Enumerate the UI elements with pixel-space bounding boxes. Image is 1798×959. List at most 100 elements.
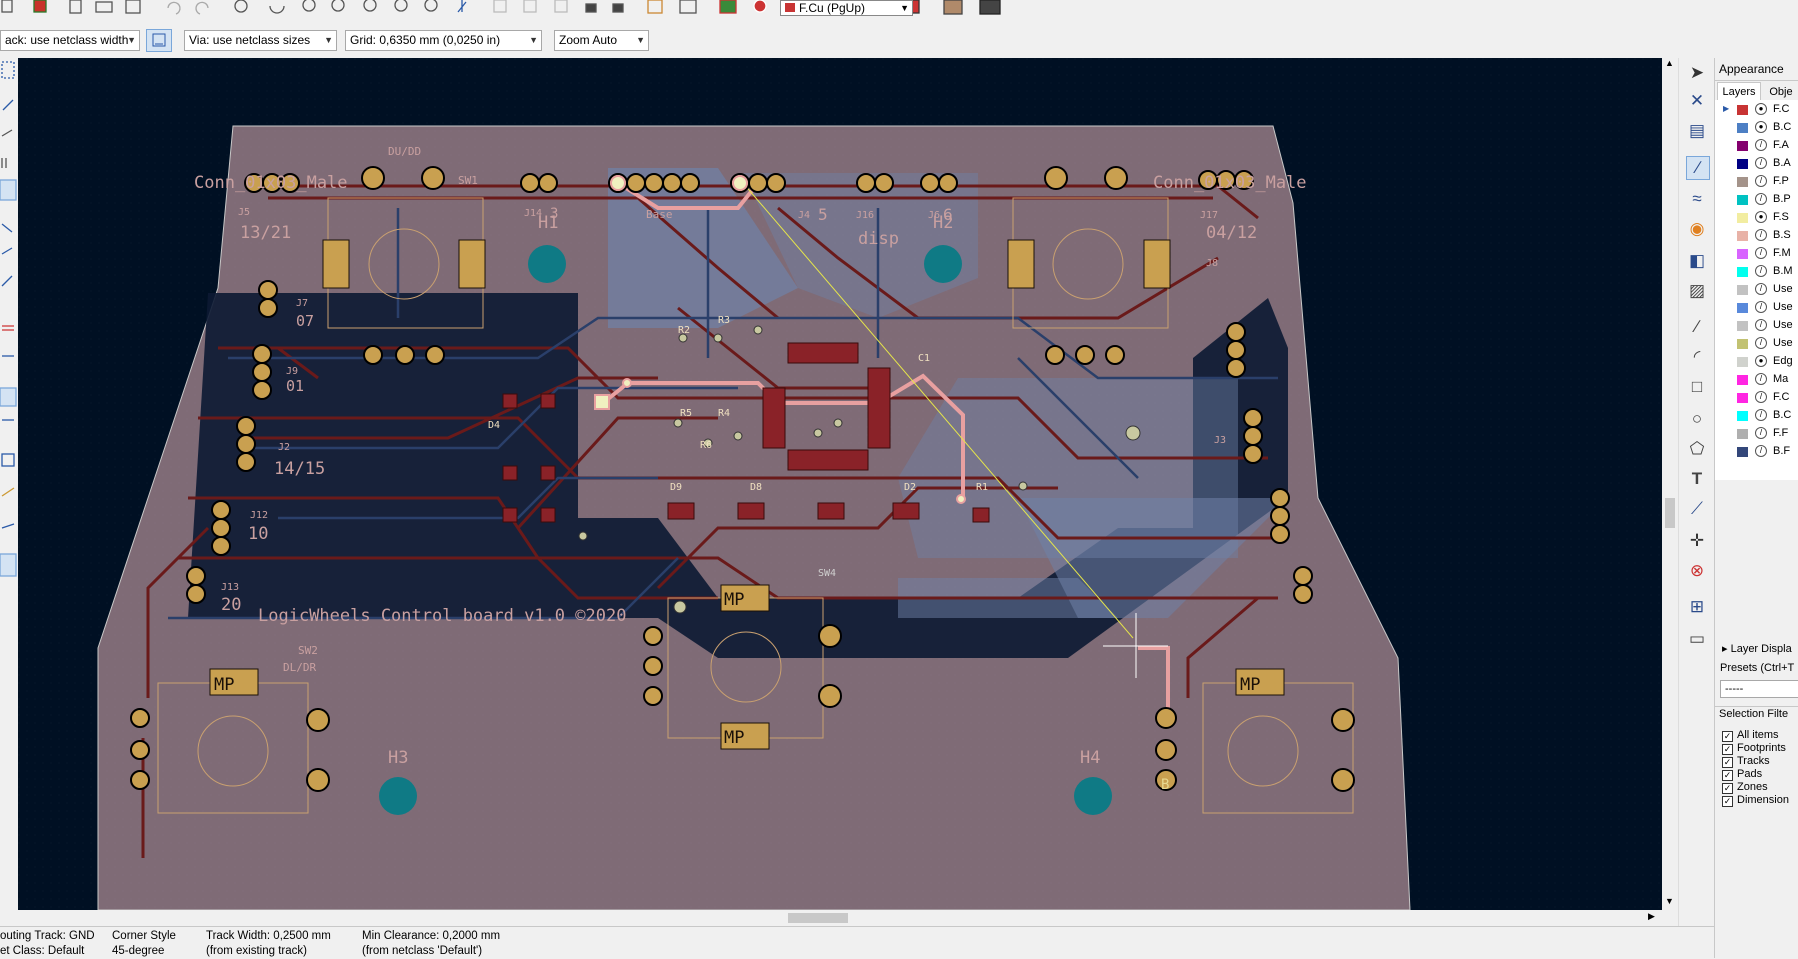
eye-hidden-icon[interactable]: / bbox=[1755, 175, 1767, 187]
eye-icon[interactable]: ● bbox=[1755, 103, 1767, 115]
add-zone-icon[interactable]: ◧ bbox=[1686, 250, 1708, 272]
layer-row[interactable]: / B.A bbox=[1715, 154, 1798, 172]
layer-color-swatch[interactable] bbox=[1737, 141, 1748, 151]
eye-icon[interactable]: ● bbox=[1755, 121, 1767, 133]
layer-row[interactable]: / Ma bbox=[1715, 370, 1798, 388]
grid-select[interactable]: Grid: 0,6350 mm (0,0250 in) ▼ bbox=[345, 30, 542, 51]
layer-color-swatch[interactable] bbox=[1737, 321, 1748, 331]
layer-color-swatch[interactable] bbox=[1737, 429, 1748, 439]
add-via-icon[interactable]: ◉ bbox=[1686, 218, 1708, 240]
diff-pair-icon[interactable]: ≈ bbox=[1686, 188, 1708, 210]
draw-polygon-icon[interactable]: ⬠ bbox=[1686, 438, 1708, 460]
layer-row[interactable]: / B.C bbox=[1715, 406, 1798, 424]
select-arrow-icon[interactable]: ➤ bbox=[1686, 62, 1708, 84]
layer-color-swatch[interactable] bbox=[1737, 231, 1748, 241]
eye-hidden-icon[interactable]: / bbox=[1755, 427, 1767, 439]
eye-icon[interactable]: ● bbox=[1755, 355, 1767, 367]
eye-hidden-icon[interactable]: / bbox=[1755, 373, 1767, 385]
layer-color-swatch[interactable] bbox=[1737, 249, 1748, 259]
layer-row[interactable]: / B.M bbox=[1715, 262, 1798, 280]
keepout-icon[interactable]: ▨ bbox=[1686, 280, 1708, 302]
eye-hidden-icon[interactable]: / bbox=[1755, 157, 1767, 169]
layer-color-swatch[interactable] bbox=[1737, 303, 1748, 313]
pcb-drawing[interactable]: LogicWheels Control board v1.0 ©2020 DU/… bbox=[18, 58, 1662, 910]
layer-row[interactable]: / B.S bbox=[1715, 226, 1798, 244]
eye-hidden-icon[interactable]: / bbox=[1755, 283, 1767, 295]
presets-select[interactable]: ----- bbox=[1720, 680, 1798, 698]
layer-color-swatch[interactable] bbox=[1737, 447, 1748, 457]
add-dimension-icon[interactable]: ⟋ bbox=[1686, 498, 1708, 520]
layer-color-swatch[interactable] bbox=[1737, 375, 1748, 385]
layer-display-toggle[interactable]: ▸ Layer Displa bbox=[1722, 642, 1792, 655]
layer-color-swatch[interactable] bbox=[1737, 177, 1748, 187]
layer-color-swatch[interactable] bbox=[1737, 267, 1748, 277]
eye-hidden-icon[interactable]: / bbox=[1755, 409, 1767, 421]
eye-hidden-icon[interactable]: / bbox=[1755, 193, 1767, 205]
eye-hidden-icon[interactable]: / bbox=[1755, 445, 1767, 457]
draw-arc-icon[interactable]: ◜ bbox=[1686, 346, 1708, 368]
layer-row[interactable]: / F.M bbox=[1715, 244, 1798, 262]
zoom-select[interactable]: Zoom Auto ▼ bbox=[554, 30, 649, 51]
tab-layers[interactable]: Layers bbox=[1717, 82, 1761, 101]
eye-hidden-icon[interactable]: / bbox=[1755, 139, 1767, 151]
layer-row[interactable]: / B.F bbox=[1715, 442, 1798, 460]
layer-color-swatch[interactable] bbox=[1737, 339, 1748, 349]
layer-color-swatch[interactable] bbox=[1737, 159, 1748, 169]
layer-color-swatch[interactable] bbox=[1737, 195, 1748, 205]
selection-filter-item[interactable]: ✓ Dimension bbox=[1722, 793, 1789, 808]
eye-hidden-icon[interactable]: / bbox=[1755, 247, 1767, 259]
active-layer-select[interactable]: F.Cu (PgUp) ▼ bbox=[780, 0, 913, 16]
local-ratsnest-icon[interactable]: ✕ bbox=[1686, 90, 1708, 112]
scroll-up-icon[interactable]: ▲ bbox=[1665, 58, 1674, 68]
auto-track-width-button[interactable] bbox=[146, 29, 172, 52]
eye-hidden-icon[interactable]: / bbox=[1755, 301, 1767, 313]
draw-circle-icon[interactable]: ○ bbox=[1686, 408, 1708, 430]
layer-color-swatch[interactable] bbox=[1737, 105, 1748, 115]
route-track-icon[interactable]: ∕ bbox=[1686, 156, 1710, 180]
layer-color-swatch[interactable] bbox=[1737, 393, 1748, 403]
layer-row[interactable]: / Use bbox=[1715, 298, 1798, 316]
layer-row[interactable]: ▶ ● F.C bbox=[1715, 100, 1798, 118]
draw-line-icon[interactable]: ∕ bbox=[1686, 316, 1708, 338]
checkbox-checked-icon[interactable]: ✓ bbox=[1722, 796, 1733, 807]
horizontal-scroll-thumb[interactable] bbox=[788, 913, 848, 923]
measure-icon[interactable]: ▭ bbox=[1686, 628, 1708, 650]
delete-tool-icon[interactable]: ⊗ bbox=[1686, 560, 1708, 582]
layer-color-swatch[interactable] bbox=[1737, 123, 1748, 133]
scroll-down-icon[interactable]: ▼ bbox=[1665, 896, 1674, 906]
eye-hidden-icon[interactable]: / bbox=[1755, 229, 1767, 241]
layer-color-swatch[interactable] bbox=[1737, 213, 1748, 223]
tab-objects[interactable]: Obje bbox=[1761, 84, 1798, 100]
layer-row[interactable]: / B.P bbox=[1715, 190, 1798, 208]
layer-row[interactable]: / F.A bbox=[1715, 136, 1798, 154]
layer-row[interactable]: / Use bbox=[1715, 316, 1798, 334]
pcb-canvas[interactable]: LogicWheels Control board v1.0 ©2020 DU/… bbox=[18, 58, 1662, 910]
horizontal-scrollbar[interactable]: ▶ bbox=[18, 910, 1662, 926]
eye-hidden-icon[interactable]: / bbox=[1755, 337, 1767, 349]
layer-row[interactable]: ● Edg bbox=[1715, 352, 1798, 370]
via-size-select[interactable]: Via: use netclass sizes ▼ bbox=[184, 30, 337, 51]
highlight-net-icon[interactable]: ▤ bbox=[1686, 120, 1708, 142]
vertical-scrollbar[interactable]: ▲ ▼ bbox=[1662, 58, 1678, 910]
layer-row[interactable]: / F.P bbox=[1715, 172, 1798, 190]
vertical-scroll-thumb[interactable] bbox=[1665, 498, 1675, 528]
eye-hidden-icon[interactable]: / bbox=[1755, 319, 1767, 331]
grid-origin-icon[interactable]: ⊞ bbox=[1686, 596, 1708, 618]
layer-row[interactable]: ● B.C bbox=[1715, 118, 1798, 136]
layer-row[interactable]: / Use bbox=[1715, 334, 1798, 352]
layer-color-swatch[interactable] bbox=[1737, 285, 1748, 295]
track-width-select[interactable]: ack: use netclass width ▼ bbox=[0, 30, 140, 51]
layer-color-swatch[interactable] bbox=[1737, 411, 1748, 421]
layer-row[interactable]: / Use bbox=[1715, 280, 1798, 298]
eye-icon[interactable]: ● bbox=[1755, 211, 1767, 223]
layer-color-swatch[interactable] bbox=[1737, 357, 1748, 367]
layer-row[interactable]: / F.C bbox=[1715, 388, 1798, 406]
add-text-icon[interactable]: T bbox=[1686, 468, 1708, 490]
eye-hidden-icon[interactable]: / bbox=[1755, 265, 1767, 277]
eye-hidden-icon[interactable]: / bbox=[1755, 391, 1767, 403]
draw-rectangle-icon[interactable]: □ bbox=[1686, 376, 1708, 398]
scroll-right-icon[interactable]: ▶ bbox=[1648, 911, 1655, 922]
layer-row[interactable]: ● F.S bbox=[1715, 208, 1798, 226]
layer-row[interactable]: / F.F bbox=[1715, 424, 1798, 442]
place-anchor-icon[interactable]: ✛ bbox=[1686, 530, 1708, 552]
